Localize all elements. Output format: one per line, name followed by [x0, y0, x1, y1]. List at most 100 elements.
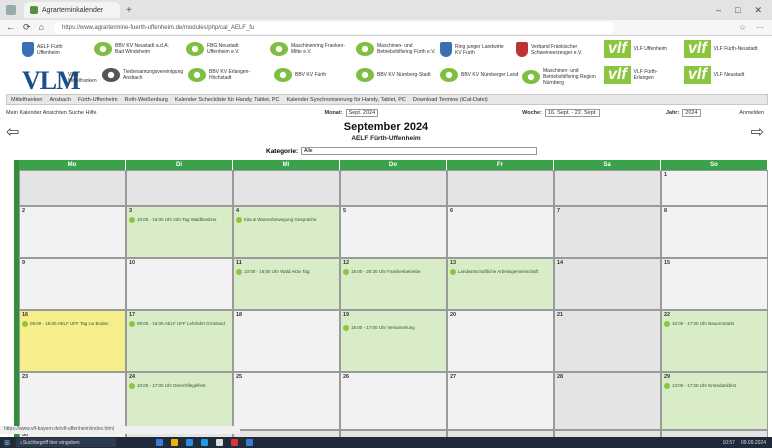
- logo-maschinenring[interactable]: Maschinenring Franken-Mitte e.V.: [270, 42, 350, 56]
- menu-item[interactable]: Download Termine (iCal-Datei): [413, 97, 488, 103]
- new-tab-icon[interactable]: +: [126, 5, 132, 16]
- day-cell[interactable]: 13 Landwirtschaftliche Arbeitsgemeinschaf…: [447, 258, 554, 310]
- day-cell[interactable]: 7: [554, 206, 661, 258]
- logo-vlf-fue-erl[interactable]: vlf VLF Fürth-Erlangen: [604, 66, 674, 84]
- day-cell[interactable]: 9: [19, 258, 126, 310]
- day-cell[interactable]: [554, 430, 661, 437]
- settings-icon[interactable]: ⋯: [756, 23, 764, 32]
- app-icon[interactable]: [156, 439, 163, 446]
- calendar-event[interactable]: 13:00 - 17:00 Uhr Erntedankfest: [664, 383, 765, 389]
- woche-select[interactable]: 16. Sept. - 22. Sept.: [544, 109, 600, 117]
- day-cell[interactable]: 10: [126, 258, 233, 310]
- app-icon[interactable]: [231, 439, 238, 446]
- day-cell[interactable]: 18: [233, 310, 340, 372]
- calendar-event[interactable]: 18:00 - 17:00 Uhr Versammlung: [343, 325, 444, 331]
- day-cell[interactable]: 2: [19, 206, 126, 258]
- logo-vfs[interactable]: Verband Fränkischer Schweineerzeuger e.V…: [516, 42, 596, 57]
- clock-date[interactable]: 09.09.2024: [741, 440, 766, 446]
- menu-item[interactable]: Mittelfranken: [11, 97, 43, 103]
- logo-bbv-erh[interactable]: BBV KV Erlangen-Höchstadt: [188, 68, 268, 82]
- next-month-icon[interactable]: ⇨: [751, 122, 764, 142]
- menu-item[interactable]: Roth-Weißenburg: [125, 97, 168, 103]
- day-cell[interactable]: 23: [19, 372, 126, 430]
- home-icon[interactable]: ⌂: [39, 22, 44, 33]
- day-cell[interactable]: [19, 170, 126, 206]
- menu-item[interactable]: Ansbach: [50, 97, 71, 103]
- day-cell[interactable]: 24 10:00 - 17:00 Uhr Dreschflegelfest: [126, 372, 233, 430]
- url-input[interactable]: https://www.agrartermine-fuerth-uffenhei…: [53, 21, 614, 34]
- calendar-event[interactable]: 10:00 - 17:00 Uhr Bauernmarkt: [664, 321, 765, 327]
- logo-tbv[interactable]: Tierbesamungsvereinigung Ansbach: [102, 68, 184, 82]
- day-cell[interactable]: 11 10:00 - 16:00 Uhr Wald Aktiv Tag: [233, 258, 340, 310]
- day-cell[interactable]: 26: [340, 372, 447, 430]
- day-cell[interactable]: 20: [447, 310, 554, 372]
- day-cell[interactable]: [340, 430, 447, 437]
- edge-icon[interactable]: [201, 439, 208, 446]
- day-cell[interactable]: 5: [340, 206, 447, 258]
- back-icon[interactable]: ←: [6, 22, 15, 33]
- day-cell[interactable]: [447, 430, 554, 437]
- day-cell[interactable]: [233, 430, 340, 437]
- logo-mbr-nbg[interactable]: Maschinen- und Betriebshilfsring Region …: [522, 68, 602, 86]
- day-cell[interactable]: 28: [554, 372, 661, 430]
- day-cell[interactable]: [233, 170, 340, 206]
- logo-bbv-nbl[interactable]: BBV KV Nürnberger Land: [440, 68, 520, 82]
- day-cell[interactable]: 17 09:00 - 16:00 AELF UFF Lehrfahrt Grünl…: [126, 310, 233, 372]
- minimize-icon[interactable]: –: [716, 5, 721, 16]
- category-select[interactable]: Alle: [301, 147, 538, 155]
- app-icon[interactable]: [216, 439, 223, 446]
- day-cell[interactable]: 22 10:00 - 17:00 Uhr Bauernmarkt: [661, 310, 768, 372]
- reload-icon[interactable]: ⟳: [23, 22, 31, 33]
- calendar-event[interactable]: 18:00 - 20:30 Uhr Familienbetriebe: [343, 269, 444, 275]
- day-cell[interactable]: 21: [554, 310, 661, 372]
- logo-vlf-fuerth[interactable]: vlf VLF Fürth-Neustadt: [684, 40, 768, 58]
- close-icon[interactable]: ✕: [754, 5, 762, 16]
- day-cell[interactable]: 29 13:00 - 17:00 Uhr Erntedankfest: [661, 372, 768, 430]
- logo-vlf-uffenheim[interactable]: vlf VLF Uffenheim: [604, 40, 674, 58]
- logo-aelf[interactable]: AELF Fürth Uffenheim: [22, 42, 82, 57]
- day-cell[interactable]: 6: [447, 206, 554, 258]
- logo-rjl[interactable]: Ring junger Landwirte KV Fürth: [440, 42, 510, 57]
- windows-start-icon[interactable]: ⊞: [0, 439, 14, 447]
- star-icon[interactable]: ☆: [739, 23, 746, 32]
- day-cell[interactable]: [554, 170, 661, 206]
- day-cell[interactable]: 3 10:00 - 16:00 Uhr Info-Tag Waldbesitzer: [126, 206, 233, 258]
- clock-time[interactable]: 10:57: [722, 440, 735, 446]
- day-cell[interactable]: 27: [447, 372, 554, 430]
- maximize-icon[interactable]: □: [735, 5, 740, 16]
- calendar-event[interactable]: 09:00 - 16:00 AELF UFF Tag Lw Boden: [22, 321, 123, 327]
- browser-icon[interactable]: [186, 439, 193, 446]
- day-cell[interactable]: 25: [233, 372, 340, 430]
- day-cell[interactable]: [447, 170, 554, 206]
- folder-icon[interactable]: [171, 439, 178, 446]
- menu-item[interactable]: Kalender Synchronisierung für Handy, Tab…: [287, 97, 406, 103]
- monat-select[interactable]: Sept. 2024: [345, 109, 379, 117]
- day-cell[interactable]: 1: [661, 170, 768, 206]
- menu-item[interactable]: Kalender Scheckliste für Handy, Tablet, …: [175, 97, 280, 103]
- login-link[interactable]: Anmelden: [739, 110, 764, 116]
- menu-item[interactable]: Fürth-Uffenheim: [78, 97, 118, 103]
- logo-fbg[interactable]: FBG Neustadt Uffenheim e.V.: [186, 42, 256, 56]
- day-cell[interactable]: [340, 170, 447, 206]
- day-cell[interactable]: 14: [554, 258, 661, 310]
- day-cell[interactable]: 19 18:00 - 17:00 Uhr Versammlung: [340, 310, 447, 372]
- calendar-event[interactable]: 10:00 - 16:00 Uhr Info-Tag Waldbesitzer: [129, 217, 230, 223]
- calendar-event[interactable]: 10:00 - 16:00 Uhr Wald Aktiv Tag: [236, 269, 337, 275]
- calendar-event[interactable]: Landwirtschaftliche Arbeitsgemeinschaft: [450, 269, 551, 275]
- taskbar-search[interactable]: ⌕ Suchbegriff hier eingeben: [16, 438, 116, 447]
- day-cell[interactable]: [126, 170, 233, 206]
- logo-vlm[interactable]: VLM Mittelfranken: [68, 72, 98, 84]
- calendar-event[interactable]: 09:00 - 16:00 AELF UFF Lehrfahrt Grünlan…: [129, 321, 230, 327]
- day-cell[interactable]: 4 Kita & Wasserbewegung Gespräche: [233, 206, 340, 258]
- calendar-event[interactable]: 10:00 - 17:00 Uhr Dreschflegelfest: [129, 383, 230, 389]
- jahr-select[interactable]: 2024: [682, 109, 701, 117]
- calendar-menu[interactable]: Mein Kalender Ansichten Suche Hilfe: [6, 110, 97, 116]
- logo-bbv-nea[interactable]: BBV KV Neustadt a.d.A. Bad Windsheim: [94, 42, 174, 56]
- day-cell[interactable]: [661, 430, 768, 437]
- calendar-event[interactable]: Kita & Wasserbewegung Gespräche: [236, 217, 337, 223]
- day-cell[interactable]: 15: [661, 258, 768, 310]
- logo-vlf-nea[interactable]: vlf VLF Neustadt: [684, 66, 764, 84]
- logo-mbr-fuerth[interactable]: Maschinen- und Betriebshilfsring Fürth e…: [356, 42, 436, 56]
- day-cell[interactable]: 8: [661, 206, 768, 258]
- day-cell-today[interactable]: 16 09:00 - 16:00 AELF UFF Tag Lw Boden: [19, 310, 126, 372]
